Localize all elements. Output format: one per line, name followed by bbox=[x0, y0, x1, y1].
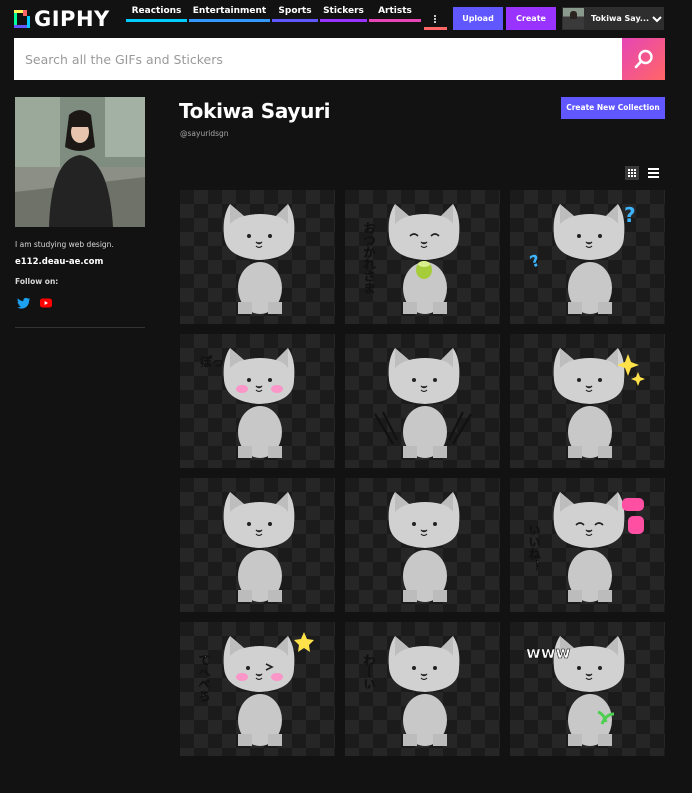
sticker-tile[interactable]: わーい bbox=[345, 622, 500, 756]
sticker-tile[interactable]: いいね！ bbox=[510, 478, 665, 612]
svg-text:?: ? bbox=[527, 250, 542, 271]
more-menu-icon[interactable] bbox=[428, 12, 442, 26]
youtube-icon[interactable] bbox=[39, 297, 53, 309]
sticker-caption: www bbox=[526, 643, 571, 662]
chevron-down-icon bbox=[652, 15, 662, 22]
nav-sports[interactable]: Sports bbox=[272, 0, 318, 22]
nav-artists[interactable]: Artists bbox=[369, 0, 421, 22]
nav-stickers[interactable]: Stickers bbox=[320, 0, 367, 22]
sticker-tile[interactable] bbox=[345, 478, 500, 612]
sticker-caption: てへぺろ bbox=[197, 654, 211, 702]
cat-sticker-image: てへぺろ bbox=[197, 632, 314, 746]
avatar bbox=[563, 8, 584, 29]
giphy-logo-icon bbox=[14, 8, 30, 30]
giphy-logo-text: GIPHY bbox=[34, 7, 110, 31]
cat-sticker-image: いいね！ bbox=[527, 492, 644, 602]
cat-sticker-image: ぽっ bbox=[200, 348, 295, 458]
profile-bio: I am studying web design. bbox=[15, 240, 114, 249]
cat-sticker-image: ?? bbox=[527, 203, 636, 314]
more-menu-underline bbox=[424, 27, 447, 30]
cat-sticker-image: www bbox=[526, 636, 625, 746]
sticker-caption: わーい bbox=[362, 654, 376, 690]
sticker-tile[interactable]: www bbox=[510, 622, 665, 756]
sticker-tile[interactable]: ぽっ bbox=[180, 334, 335, 468]
cat-sticker-image bbox=[223, 204, 295, 314]
cat-sticker-image: おつかれさま bbox=[362, 204, 460, 314]
search-input[interactable] bbox=[14, 38, 622, 80]
cat-sticker-image bbox=[553, 348, 645, 458]
sticker-tile[interactable] bbox=[180, 190, 335, 324]
create-new-collection-button[interactable]: Create New Collection bbox=[561, 97, 665, 119]
sticker-tile[interactable] bbox=[180, 478, 335, 612]
cat-sticker-image bbox=[223, 492, 295, 602]
sticker-tile[interactable]: てへぺろ bbox=[180, 622, 335, 756]
sticker-tile[interactable]: おつかれさま bbox=[345, 190, 500, 324]
search-bar bbox=[14, 38, 665, 80]
grid-view-icon[interactable] bbox=[625, 166, 639, 180]
search-icon bbox=[634, 49, 653, 69]
create-button[interactable]: Create bbox=[506, 7, 556, 30]
sticker-tile[interactable]: ?? bbox=[510, 190, 665, 324]
sticker-caption: ぽっ bbox=[200, 354, 224, 369]
channel-handle: @sayuridsgn bbox=[180, 129, 229, 138]
sidebar-divider bbox=[15, 327, 145, 328]
giphy-logo[interactable]: GIPHY bbox=[14, 8, 110, 30]
sticker-caption: いいね！ bbox=[527, 524, 541, 572]
cat-sticker-image bbox=[388, 492, 460, 602]
user-name: Tokiwa Say... bbox=[591, 14, 649, 23]
profile-photo bbox=[15, 97, 145, 227]
cat-sticker-image bbox=[374, 348, 472, 458]
twitter-icon[interactable] bbox=[17, 297, 31, 309]
website-link[interactable]: e112.deau-ae.com bbox=[15, 257, 103, 267]
user-menu[interactable]: Tokiwa Say... bbox=[562, 7, 664, 30]
list-view-icon[interactable] bbox=[648, 166, 660, 180]
sticker-caption: おつかれさま bbox=[362, 222, 376, 294]
search-button[interactable] bbox=[622, 38, 665, 80]
nav-entertainment[interactable]: Entertainment bbox=[189, 0, 270, 22]
channel-title: Tokiwa Sayuri bbox=[179, 99, 331, 123]
upload-button[interactable]: Upload bbox=[453, 7, 503, 30]
follow-label: Follow on: bbox=[15, 277, 59, 286]
svg-text:?: ? bbox=[624, 203, 636, 227]
sticker-tile[interactable] bbox=[510, 334, 665, 468]
nav-reactions[interactable]: Reactions bbox=[126, 0, 187, 22]
sticker-tile[interactable] bbox=[345, 334, 500, 468]
cat-sticker-image: わーい bbox=[362, 636, 460, 746]
